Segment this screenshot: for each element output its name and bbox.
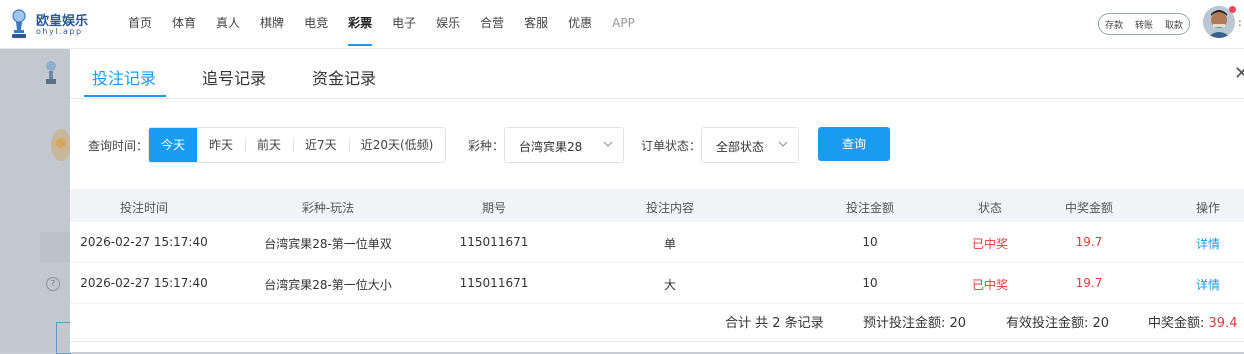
table-row: 2026-02-27 15:17:40 台湾宾果28-第一位单双 1150116… bbox=[70, 222, 1244, 263]
filter-bar: 查询时间： 今天 昨天 前天 近7天 近20天(低频) 彩种： 台湾宾果28 订… bbox=[70, 127, 1244, 163]
lottery-filter-label: 彩种： bbox=[468, 139, 505, 153]
time-option-today[interactable]: 今天 bbox=[149, 128, 198, 162]
table-row: 2026-02-27 15:17:40 台湾宾果28-第一位大小 1150116… bbox=[70, 263, 1244, 304]
nav-item-home[interactable]: 首页 bbox=[118, 0, 162, 48]
records-summary: 合计 共 2 条记录 预计投注金额: 20 有效投注金额: 20 中奖金额: 3… bbox=[70, 312, 1244, 334]
time-option-20days[interactable]: 近20天(低频) bbox=[348, 128, 446, 162]
modal-tabs: 投注记录 追号记录 资金记录 ✕ bbox=[70, 49, 1244, 99]
main-nav: 首页 体育 真人 棋牌 电竞 彩票 电子 娱乐 合营 客服 优惠 APP bbox=[118, 0, 645, 48]
nav-item-app[interactable]: APP bbox=[602, 0, 645, 48]
nav-item-sports[interactable]: 体育 bbox=[162, 0, 206, 48]
lottery-select[interactable]: 台湾宾果28 bbox=[504, 127, 624, 163]
deposit-link[interactable]: 存款 bbox=[1105, 18, 1123, 31]
nav-item-lottery[interactable]: 彩票 bbox=[338, 0, 382, 48]
details-link[interactable]: 详情 bbox=[1148, 276, 1244, 293]
col-header-issue: 期号 bbox=[481, 201, 506, 215]
col-header-amount: 投注金额 bbox=[845, 201, 894, 215]
total-win-label: 中奖金额: bbox=[1148, 316, 1209, 331]
help-icon: ? bbox=[46, 277, 60, 291]
background-page bbox=[0, 49, 70, 352]
edge-text: : bbox=[1238, 16, 1242, 29]
valid-amount: 有效投注金额: 20 bbox=[1006, 312, 1109, 331]
win-amount: 19.7 bbox=[1075, 235, 1103, 249]
trophy-logo-icon bbox=[12, 9, 26, 38]
expected-amount-value: 20 bbox=[949, 316, 967, 331]
time-option-yesterday[interactable]: 昨天 bbox=[197, 128, 245, 162]
table-header: 投注时间 彩种-玩法 期号 投注内容 投注金额 状态 中奖金额 操作 bbox=[70, 189, 1244, 222]
bet-content: 大 bbox=[663, 278, 676, 292]
trophy-icon bbox=[46, 61, 56, 84]
col-header-time: 投注时间 bbox=[119, 201, 168, 215]
time-option-7days[interactable]: 近7天 bbox=[293, 128, 349, 162]
withdraw-link[interactable]: 取款 bbox=[1165, 18, 1183, 31]
tab-fund-records[interactable]: 资金记录 bbox=[312, 65, 376, 89]
brand-domain: ohyl.app bbox=[36, 27, 83, 36]
nav-item-support[interactable]: 客服 bbox=[514, 0, 558, 48]
col-header-game: 彩种-玩法 bbox=[301, 201, 355, 215]
bet-content: 单 bbox=[663, 237, 676, 251]
nav-item-live[interactable]: 真人 bbox=[206, 0, 250, 48]
divider bbox=[70, 341, 1244, 342]
status-select[interactable]: 全部状态 bbox=[701, 127, 799, 163]
record-count: 合计 共 2 条记录 bbox=[725, 316, 824, 331]
status-filter-label: 订单状态： bbox=[641, 139, 702, 153]
chevron-down-icon bbox=[603, 141, 613, 147]
bet-records-table: 投注时间 彩种-玩法 期号 投注内容 投注金额 状态 中奖金额 操作 2026-… bbox=[70, 189, 1244, 304]
nav-item-partner[interactable]: 合营 bbox=[470, 0, 514, 48]
notification-dot bbox=[1229, 6, 1236, 13]
close-icon[interactable]: ✕ bbox=[1234, 63, 1244, 84]
bet-amount: 10 bbox=[862, 235, 878, 249]
chevron-down-icon bbox=[778, 141, 788, 147]
details-link[interactable]: 详情 bbox=[1148, 235, 1244, 252]
wallet-quick-actions: 存款 转账 取款 bbox=[1098, 13, 1190, 35]
lottery-select-value: 台湾宾果28 bbox=[519, 140, 583, 154]
bet-amount: 10 bbox=[862, 276, 878, 290]
active-tab-indicator bbox=[84, 95, 166, 97]
expected-amount-label: 预计投注金额: bbox=[863, 316, 950, 331]
nav-item-chess[interactable]: 棋牌 bbox=[250, 0, 294, 48]
status-badge: 已中奖 bbox=[971, 237, 1008, 251]
bet-time: 2026-02-27 15:17:40 bbox=[80, 235, 208, 249]
nav-item-esports[interactable]: 电竞 bbox=[294, 0, 338, 48]
total-win-value: 39.4 bbox=[1208, 316, 1238, 331]
time-filter-label: 查询时间： bbox=[88, 139, 149, 153]
nav-item-slots[interactable]: 电子 bbox=[382, 0, 426, 48]
valid-amount-value: 20 bbox=[1092, 316, 1110, 331]
nav-item-promotions[interactable]: 优惠 bbox=[558, 0, 602, 48]
tab-chase-records[interactable]: 追号记录 bbox=[202, 65, 266, 89]
col-header-win: 中奖金额 bbox=[1064, 201, 1113, 215]
time-range-segmented: 今天 昨天 前天 近7天 近20天(低频) bbox=[148, 127, 447, 163]
bet-time: 2026-02-27 15:17:40 bbox=[80, 276, 208, 290]
tab-bet-records[interactable]: 投注记录 bbox=[92, 65, 156, 89]
col-header-action: 操作 bbox=[1195, 201, 1220, 215]
expected-amount: 预计投注金额: 20 bbox=[863, 312, 966, 331]
status-badge: 已中奖 bbox=[971, 278, 1008, 292]
background-input bbox=[56, 322, 71, 354]
col-header-status: 状态 bbox=[977, 201, 1002, 215]
time-option-day-before[interactable]: 前天 bbox=[245, 128, 293, 162]
query-button[interactable]: 查询 bbox=[818, 127, 890, 161]
bet-records-modal: 投注记录 追号记录 资金记录 ✕ 查询时间： 今天 昨天 前天 近7天 近20天… bbox=[70, 49, 1244, 352]
bet-game: 台湾宾果28-第一位大小 bbox=[264, 278, 392, 292]
transfer-link[interactable]: 转账 bbox=[1135, 18, 1153, 31]
bet-issue: 115011671 bbox=[459, 235, 529, 249]
nav-item-entertainment[interactable]: 娱乐 bbox=[426, 0, 470, 48]
status-select-value: 全部状态 bbox=[716, 140, 765, 154]
bet-game: 台湾宾果28-第一位单双 bbox=[264, 237, 392, 251]
promo-image-icon bbox=[51, 129, 71, 161]
total-win: 中奖金额: 39.4 bbox=[1148, 312, 1237, 331]
valid-amount-label: 有效投注金额: bbox=[1006, 316, 1093, 331]
bet-issue: 115011671 bbox=[459, 276, 529, 290]
win-amount: 19.7 bbox=[1075, 276, 1103, 290]
col-header-content: 投注内容 bbox=[645, 201, 694, 215]
top-nav-bar: 欧皇娱乐 ohyl.app 首页 体育 真人 棋牌 电竞 彩票 电子 娱乐 合营… bbox=[0, 0, 1244, 49]
brand-logo[interactable]: 欧皇娱乐 ohyl.app bbox=[8, 8, 88, 40]
